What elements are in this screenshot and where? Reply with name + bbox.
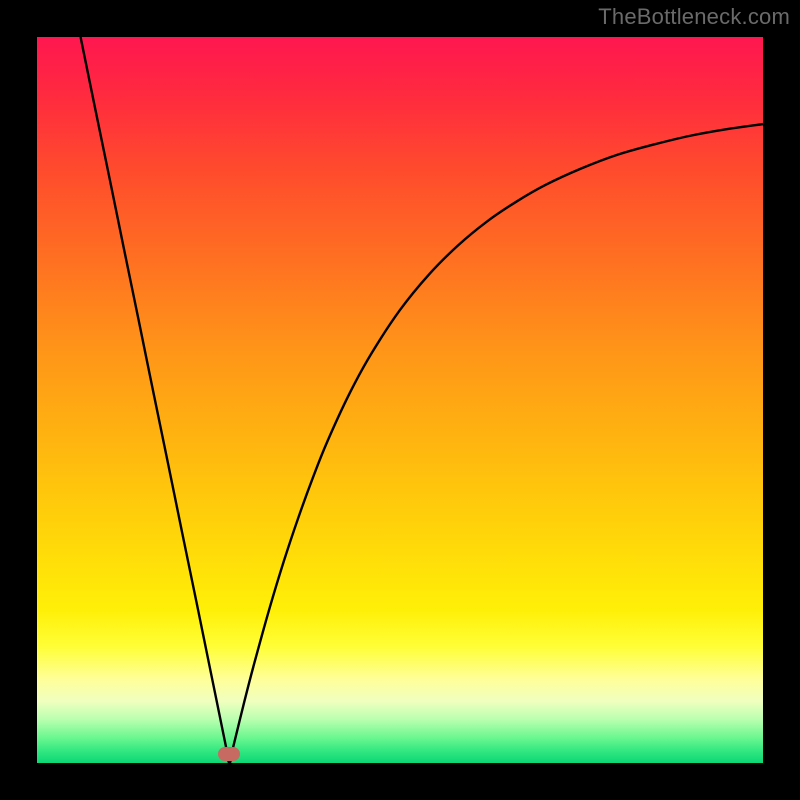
bottleneck-curve <box>81 37 763 763</box>
plot-area <box>37 37 763 763</box>
curve-layer <box>37 37 763 763</box>
minimum-marker <box>218 747 240 761</box>
watermark-text: TheBottleneck.com <box>598 4 790 30</box>
chart-frame: TheBottleneck.com <box>0 0 800 800</box>
